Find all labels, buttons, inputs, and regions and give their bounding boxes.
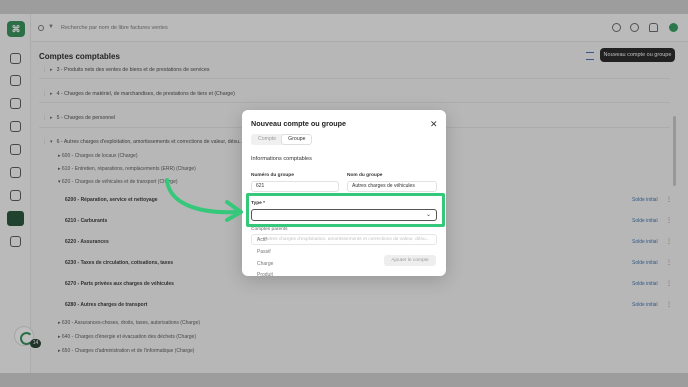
tab-compte[interactable]: Compte — [252, 135, 282, 144]
section-title: Informations comptables — [251, 156, 312, 162]
group-name-label: Nom du groupe — [347, 173, 383, 178]
parents-label: Comptes parents — [251, 227, 288, 232]
type-dropdown-menu: Actif Passif Charge Produit — [251, 233, 371, 279]
type-toggle: Compte Groupe — [251, 134, 313, 145]
type-option[interactable]: Produit — [257, 272, 273, 278]
type-option[interactable]: Actif — [257, 237, 267, 243]
tab-groupe[interactable]: Groupe — [282, 135, 312, 144]
type-option[interactable]: Passif — [257, 249, 271, 255]
close-icon[interactable]: ✕ — [430, 120, 438, 129]
group-name-field[interactable]: Autres charges de véhicules — [347, 181, 437, 192]
group-number-label: Numéro du groupe — [251, 173, 294, 178]
dialog-title: Nouveau compte ou groupe — [251, 119, 347, 128]
pointer-arrow-icon — [165, 178, 243, 222]
type-field-highlight — [246, 193, 445, 227]
type-option[interactable]: Charge — [257, 261, 273, 267]
add-account-button[interactable]: Ajouter le compte — [384, 255, 436, 266]
group-number-field[interactable]: 621 — [251, 181, 339, 192]
